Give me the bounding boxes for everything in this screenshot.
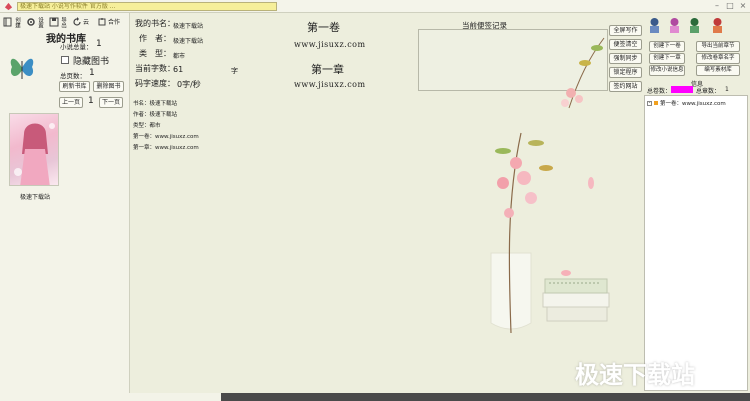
author-label: 作 者： (139, 34, 171, 43)
meta-chapter: 第一章：www.jisuxz.com (133, 145, 199, 151)
edit-novel-info-button[interactable]: 修改小说信息 (649, 65, 685, 76)
close-icon[interactable]: × (738, 1, 748, 11)
cover-illustration-icon (14, 123, 55, 185)
refresh-library-button[interactable]: 刷新书库 (59, 81, 90, 92)
next-page-button[interactable]: 下一页 (99, 97, 123, 108)
total-volumes-bar (671, 86, 693, 93)
chapter-tree[interactable]: - 第一卷：www.jisuxz.com (644, 95, 748, 391)
pages-label: 总页数： (60, 72, 86, 80)
lock-program-button[interactable]: 锁定程序 (609, 67, 642, 78)
refresh-icon (73, 17, 81, 26)
sync-button[interactable]: 云 (72, 15, 89, 29)
hide-books-checkbox[interactable] (61, 56, 69, 64)
butterfly-icon (10, 58, 34, 79)
contract-site-button[interactable]: 签约网站 (609, 81, 642, 92)
horizontal-scrollbar[interactable] (221, 393, 750, 401)
volume-url: www.jisuxz.com (294, 40, 366, 49)
book-name-label: 我的书名： (135, 19, 175, 28)
meta-volume: 第一卷：www.jisuxz.com (133, 134, 199, 140)
word-count-unit: 字 (231, 67, 238, 75)
meta-book: 书名：极速下载站 (133, 101, 178, 107)
create-button[interactable]: 创建 (3, 15, 20, 29)
delete-book-button[interactable]: 删除图书 (93, 81, 124, 92)
cover-caption: 极速下载站 (20, 194, 51, 201)
books-stack-icon (542, 278, 610, 322)
total-label: 小说总量： (60, 43, 93, 51)
library-panel: 创建 设置 导出 云 合作 我的书库 小说总量： 1 隐藏图书 总页数： 1 刷… (0, 13, 130, 393)
fullscreen-write-button[interactable]: 全屏写作 (609, 25, 642, 36)
book-icon (3, 17, 12, 27)
author-value: 极速下载站 (173, 38, 204, 45)
meta-author: 作者：极速下载站 (133, 112, 178, 118)
title-bar: 极速下载站 小说写作软件 官方版 ... – □ × (0, 0, 750, 13)
chapter-heading: 第一章 (311, 63, 344, 76)
typing-speed-value: 0字/秒 (177, 80, 201, 89)
total-volumes-label: 总卷数： (647, 88, 672, 95)
save-icon (49, 17, 59, 27)
maximize-icon[interactable]: □ (725, 1, 735, 11)
folder-icon (654, 101, 658, 105)
typing-speed-label: 码字速度： (135, 79, 175, 88)
total-chapters-value: 1 (725, 86, 729, 93)
rename-chapter-button[interactable]: 修改卷章名字 (696, 53, 740, 64)
app-logo-icon (4, 2, 13, 11)
tree-item[interactable]: - 第一卷：www.jisuxz.com (647, 99, 726, 107)
clear-notes-button[interactable]: 便签清空 (609, 39, 642, 50)
material-library-button[interactable]: 编写素材库 (696, 65, 740, 76)
pages-value: 1 (89, 68, 95, 78)
avatar-1-icon[interactable] (648, 17, 661, 33)
avatar-2-icon[interactable] (668, 17, 681, 33)
type-label: 类 型： (139, 49, 171, 58)
book-cover[interactable] (9, 113, 59, 186)
prev-page-button[interactable]: 上一页 (59, 97, 83, 108)
avatar-4-icon[interactable] (711, 17, 724, 33)
puzzle-icon (98, 18, 106, 26)
book-name-value: 极速下载站 (173, 23, 204, 30)
current-page: 1 (88, 96, 94, 106)
expand-icon[interactable]: - (647, 100, 652, 106)
total-chapters-label: 总章数： (696, 88, 721, 95)
force-sync-button[interactable]: 强制同步 (609, 53, 642, 64)
create-volume-button[interactable]: 创建下一卷 (649, 41, 685, 52)
total-value: 1 (96, 39, 102, 49)
chapter-url: www.jisuxz.com (294, 80, 366, 89)
status-bar-left (0, 393, 221, 401)
settings-button[interactable]: 设置 (26, 15, 43, 29)
export-chapter-button[interactable]: 导出当前章节 (696, 41, 740, 52)
avatar-3-icon[interactable] (688, 17, 701, 33)
gear-icon (27, 18, 35, 26)
volume-heading: 第一卷 (307, 21, 340, 34)
watermark: 极速下载站 (575, 361, 695, 389)
hide-books-label: 隐藏图书 (73, 57, 110, 67)
window-title: 极速下载站 小说写作软件 官方版 ... (17, 2, 277, 11)
flower-branch-small-icon (561, 37, 605, 109)
meta-type: 类型：都市 (133, 123, 161, 129)
minimize-icon[interactable]: – (712, 1, 722, 11)
type-value: 都市 (173, 53, 186, 60)
word-count-label: 当前字数： (135, 64, 175, 73)
merge-button[interactable]: 合作 (97, 15, 120, 29)
word-count-value: 61 (173, 65, 184, 74)
create-chapter-button[interactable]: 创建下一章 (649, 53, 685, 64)
export-button[interactable]: 导出 (49, 15, 66, 29)
